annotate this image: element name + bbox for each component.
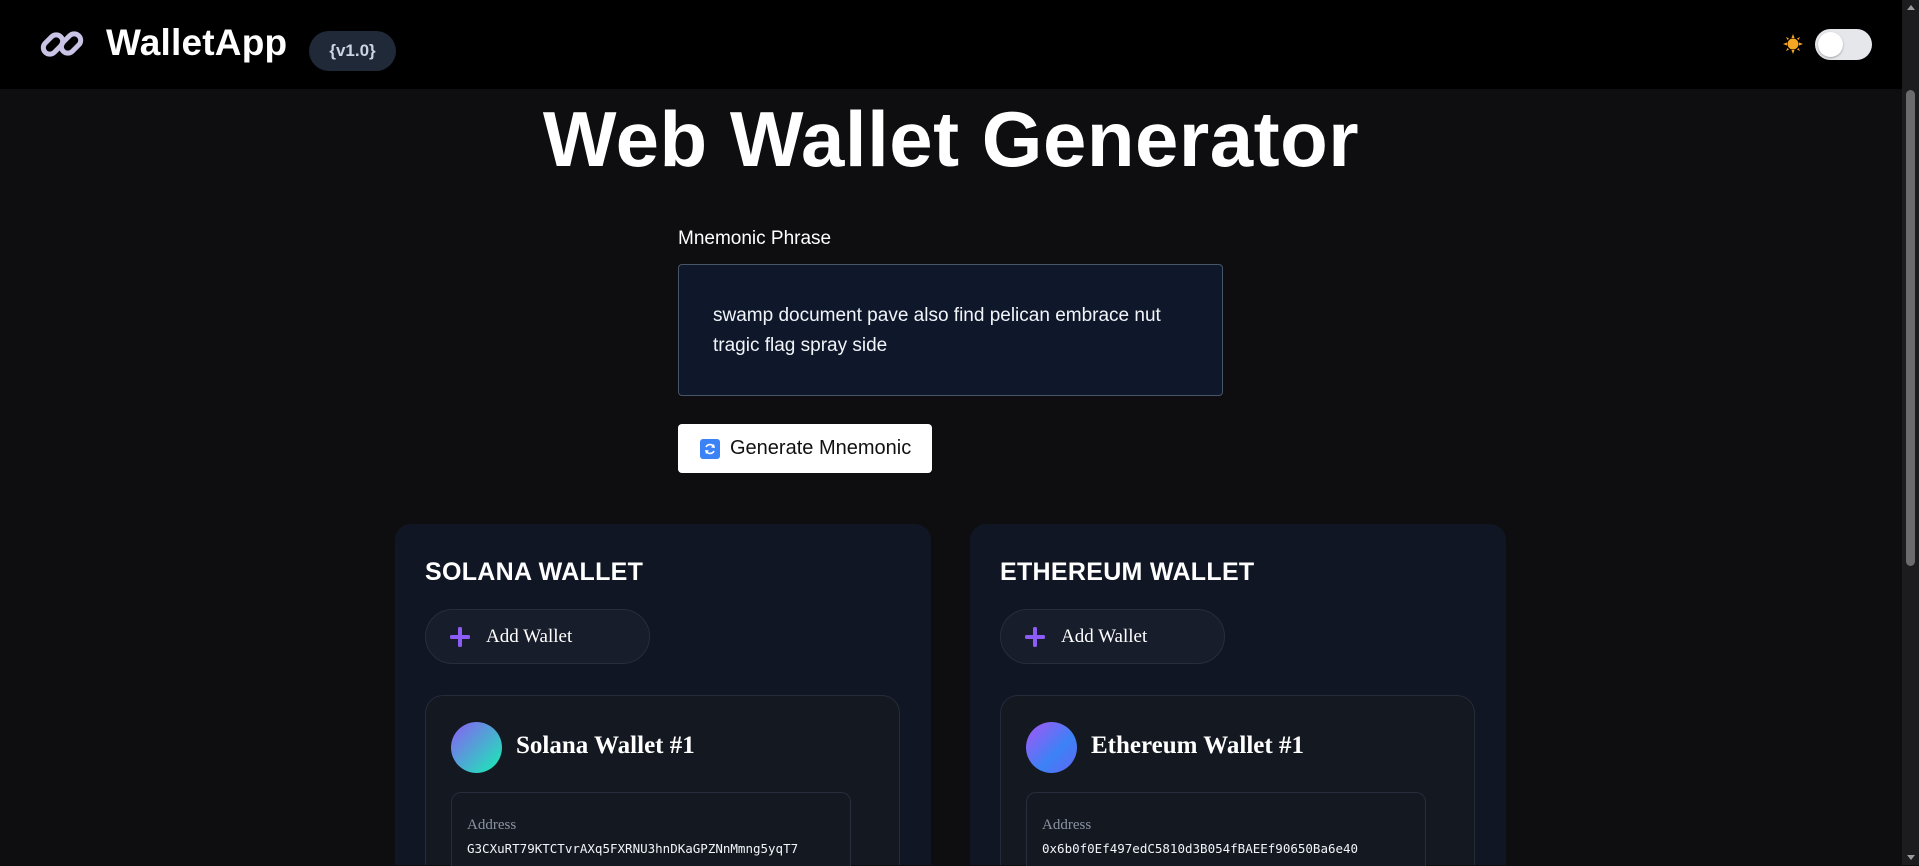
generate-mnemonic-button[interactable]: Generate Mnemonic: [678, 424, 932, 473]
add-ethereum-wallet-button[interactable]: Add Wallet: [1000, 609, 1225, 664]
page-scrollbar[interactable]: [1902, 0, 1919, 865]
address-box[interactable]: Address G3CXuRT79KTCTvrAXq5FXRNU3hnDKaGP…: [451, 792, 851, 866]
app-header: WalletApp {v1.0}: [0, 0, 1902, 89]
scrollbar-thumb[interactable]: [1906, 90, 1915, 566]
address-box[interactable]: Address 0x6b0f0Ef497edC5810d3B054fBAEEf9…: [1026, 792, 1426, 866]
sun-icon: [1783, 34, 1803, 54]
page-title: Web Wallet Generator: [542, 95, 1360, 183]
address-label: Address: [1042, 817, 1092, 833]
address-label: Address: [467, 817, 517, 833]
version-badge: {v1.0}: [309, 31, 396, 71]
wallet-avatar: [451, 722, 502, 773]
scroll-down-arrow-icon[interactable]: [1907, 855, 1915, 860]
wallet-avatar: [1026, 722, 1077, 773]
theme-toggle[interactable]: [1815, 29, 1872, 60]
ethereum-wallet-card: Ethereum Wallet #1 Address 0x6b0f0Ef497e…: [1000, 695, 1475, 866]
wallet-name: Ethereum Wallet #1: [1091, 732, 1304, 759]
solana-wallet-panel: SOLANA WALLET Add Wallet Solana Wallet #…: [395, 524, 931, 866]
ethereum-panel-title: ETHEREUM WALLET: [1000, 558, 1255, 586]
solana-panel-title: SOLANA WALLET: [425, 558, 644, 586]
generate-mnemonic-label: Generate Mnemonic: [730, 437, 912, 459]
refresh-icon: [700, 438, 720, 459]
add-wallet-label: Add Wallet: [486, 625, 573, 647]
add-wallet-label: Add Wallet: [1061, 625, 1148, 647]
wallet-name: Solana Wallet #1: [516, 732, 695, 759]
toggle-knob: [1818, 32, 1843, 57]
add-solana-wallet-button[interactable]: Add Wallet: [425, 609, 650, 664]
app-title[interactable]: WalletApp: [106, 22, 287, 64]
mnemonic-label: Mnemonic Phrase: [678, 228, 832, 249]
scroll-up-arrow-icon[interactable]: [1907, 5, 1915, 10]
solana-wallet-card: Solana Wallet #1 Address G3CXuRT79KTCTvr…: [425, 695, 900, 866]
link-icon: [38, 20, 86, 68]
address-value[interactable]: G3CXuRT79KTCTvrAXq5FXRNU3hnDKaGPZNnMmng5…: [467, 841, 798, 856]
mnemonic-field[interactable]: swamp document pave also find pelican em…: [678, 264, 1223, 396]
plus-icon: [1023, 625, 1047, 649]
plus-icon: [448, 625, 472, 649]
address-value[interactable]: 0x6b0f0Ef497edC5810d3B054fBAEEf90650Ba6e…: [1042, 841, 1358, 856]
ethereum-wallet-panel: ETHEREUM WALLET Add Wallet Ethereum Wall…: [970, 524, 1506, 866]
